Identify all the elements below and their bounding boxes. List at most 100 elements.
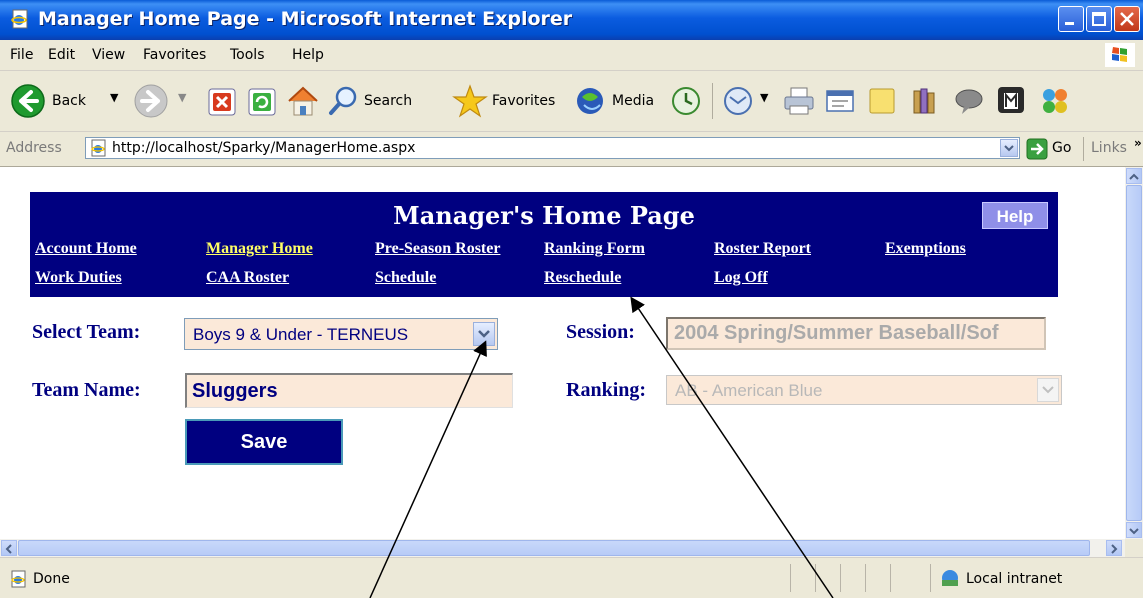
chevron-down-icon	[478, 330, 490, 338]
nav-caa-roster[interactable]: CAA Roster	[206, 269, 289, 287]
history-icon[interactable]	[670, 85, 702, 117]
session-field: 2004 Spring/Summer Baseball/Sof	[666, 317, 1046, 350]
favorites-label[interactable]: Favorites	[492, 93, 555, 109]
edit-icon[interactable]	[824, 85, 858, 117]
nav-account-home[interactable]: Account Home	[35, 240, 137, 258]
back-label[interactable]: Back	[52, 93, 86, 109]
vertical-scrollbar[interactable]	[1125, 167, 1143, 539]
windows-logo-icon	[1105, 43, 1135, 67]
chevron-down-icon	[1042, 386, 1054, 394]
go-button[interactable]: Go	[1052, 140, 1071, 156]
window-title: Manager Home Page - Microsoft Internet E…	[38, 8, 573, 30]
chevron-left-icon	[5, 544, 12, 554]
address-label: Address	[6, 140, 62, 156]
discuss-icon[interactable]	[866, 85, 898, 117]
ranking-label: Ranking:	[566, 379, 647, 401]
help-button[interactable]: Help	[982, 202, 1048, 229]
maximize-icon	[1092, 12, 1106, 26]
nav-pre-season-roster[interactable]: Pre-Season Roster	[375, 240, 500, 258]
local-intranet-icon	[942, 570, 958, 586]
msn-butterfly-icon[interactable]	[1038, 85, 1072, 117]
select-team-value: Boys 9 & Under - TERNEUS	[193, 325, 409, 344]
page-header: Manager's Home Page Help Account Home Ma…	[30, 192, 1058, 297]
links-chevron-icon[interactable]: »	[1134, 136, 1142, 150]
ranking-dropdown-button	[1037, 378, 1059, 402]
minimize-button[interactable]	[1058, 6, 1084, 32]
home-icon[interactable]	[285, 84, 321, 118]
select-team-dropdown-button[interactable]	[473, 322, 495, 346]
scroll-left-button[interactable]	[1, 540, 17, 556]
select-team-dropdown[interactable]: Boys 9 & Under - TERNEUS	[184, 318, 498, 350]
mail-dropdown-icon[interactable]: ▼	[760, 91, 768, 104]
nav-ranking-form[interactable]: Ranking Form	[544, 240, 645, 258]
links-divider	[1083, 137, 1084, 161]
vertical-scroll-thumb[interactable]	[1126, 185, 1142, 521]
nav-reschedule[interactable]: Reschedule	[544, 269, 621, 287]
scroll-up-button[interactable]	[1126, 168, 1142, 184]
forward-dropdown-icon[interactable]: ▼	[178, 91, 186, 104]
media-label[interactable]: Media	[612, 93, 654, 109]
minimize-icon	[1065, 22, 1074, 25]
print-icon[interactable]	[782, 85, 816, 117]
nav-roster-report[interactable]: Roster Report	[714, 240, 811, 258]
status-divider	[865, 564, 866, 592]
menu-favorites[interactable]: Favorites	[143, 47, 206, 63]
chevron-up-icon	[1129, 173, 1139, 180]
security-zone-text: Local intranet	[966, 571, 1063, 587]
status-divider	[840, 564, 841, 592]
title-bar: Manager Home Page - Microsoft Internet E…	[0, 0, 1143, 40]
nav-schedule[interactable]: Schedule	[375, 269, 436, 287]
close-button[interactable]	[1114, 6, 1140, 32]
stop-icon[interactable]	[207, 87, 237, 117]
status-bar: Done Local intranet	[0, 557, 1143, 598]
ranking-value: AB - American Blue	[675, 381, 823, 400]
search-label[interactable]: Search	[364, 93, 412, 109]
select-team-label: Select Team:	[32, 321, 141, 343]
chevron-right-icon	[1111, 544, 1118, 554]
mail-icon[interactable]	[722, 85, 756, 117]
forward-icon[interactable]	[133, 83, 169, 119]
session-label: Session:	[566, 321, 635, 343]
media-icon[interactable]	[574, 85, 606, 117]
page-viewport: Manager's Home Page Help Account Home Ma…	[0, 167, 1125, 539]
address-dropdown-button[interactable]	[1000, 139, 1018, 157]
nav-exemptions[interactable]: Exemptions	[885, 240, 966, 258]
mcafee-icon[interactable]	[994, 83, 1028, 117]
maximize-button[interactable]	[1086, 6, 1112, 32]
search-icon[interactable]	[328, 85, 360, 117]
page-title: Manager's Home Page	[393, 201, 695, 230]
status-divider	[930, 564, 931, 592]
menu-file[interactable]: File	[10, 47, 33, 63]
back-dropdown-icon[interactable]: ▼	[110, 91, 118, 104]
ranking-dropdown: AB - American Blue	[666, 375, 1062, 405]
horizontal-scroll-thumb[interactable]	[18, 540, 1090, 556]
horizontal-scrollbar[interactable]	[0, 539, 1125, 557]
team-name-input[interactable]: Sluggers	[185, 373, 513, 408]
refresh-icon[interactable]	[247, 87, 277, 117]
scroll-right-button[interactable]	[1106, 540, 1122, 556]
browser-window: Manager Home Page - Microsoft Internet E…	[0, 0, 1143, 598]
messenger-icon[interactable]	[952, 85, 986, 117]
address-input[interactable]: http://localhost/Sparky/ManagerHome.aspx	[85, 137, 1020, 159]
chevron-down-icon	[1004, 145, 1014, 152]
nav-work-duties[interactable]: Work Duties	[35, 269, 122, 287]
favorites-star-icon[interactable]	[452, 83, 488, 119]
status-divider	[890, 564, 891, 592]
status-text: Done	[33, 571, 70, 587]
save-button[interactable]: Save	[185, 419, 343, 465]
nav-manager-home[interactable]: Manager Home	[206, 240, 313, 258]
back-icon[interactable]	[10, 83, 46, 119]
research-icon[interactable]	[910, 85, 942, 117]
address-url[interactable]: http://localhost/Sparky/ManagerHome.aspx	[112, 140, 415, 156]
page-icon	[91, 139, 106, 157]
links-label[interactable]: Links	[1091, 140, 1127, 156]
status-divider	[815, 564, 816, 592]
address-bar: Address http://localhost/Sparky/ManagerH…	[0, 132, 1143, 167]
go-arrow-icon[interactable]	[1026, 138, 1048, 160]
menu-edit[interactable]: Edit	[48, 47, 75, 63]
scroll-down-button[interactable]	[1126, 522, 1142, 538]
menu-view[interactable]: View	[92, 47, 125, 63]
menu-help[interactable]: Help	[292, 47, 324, 63]
menu-tools[interactable]: Tools	[230, 47, 265, 63]
nav-log-off[interactable]: Log Off	[714, 269, 768, 287]
